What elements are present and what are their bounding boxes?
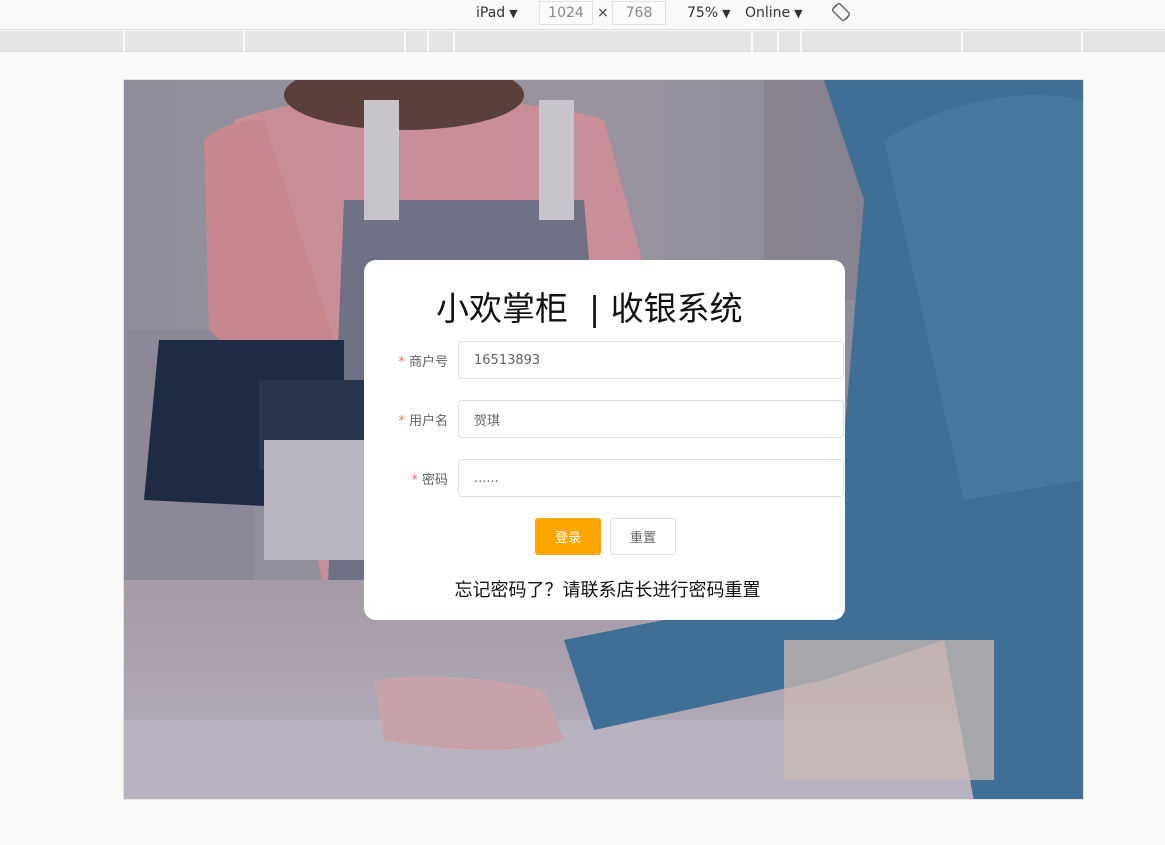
media-query-segment[interactable] — [777, 31, 779, 52]
merchant-id-label: * 商户号 — [398, 351, 448, 370]
width-input[interactable]: 1024 — [539, 1, 593, 25]
media-query-segment[interactable] — [427, 31, 429, 52]
required-mark: * — [398, 355, 405, 370]
media-query-segment[interactable] — [1081, 31, 1083, 52]
chevron-down-icon: ▼ — [509, 7, 518, 20]
device-select[interactable]: iPad ▼ — [476, 4, 518, 22]
password-label: * 密码 — [411, 469, 448, 488]
required-mark: * — [411, 473, 418, 488]
throttle-label: Online — [745, 5, 791, 21]
merchant-id-label-text: 商户号 — [408, 355, 448, 370]
height-input[interactable]: 768 — [612, 1, 666, 25]
reset-button[interactable]: 重置 — [610, 518, 676, 555]
username-row: * 用户名 — [364, 400, 845, 438]
username-label: * 用户名 — [398, 410, 448, 429]
forgot-password-text: 忘记密码了？请联系店长进行密码重置 — [454, 580, 761, 601]
zoom-label: 75% — [687, 5, 719, 21]
media-query-segment[interactable] — [404, 31, 406, 52]
username-label-text: 用户名 — [408, 414, 448, 429]
media-query-segment[interactable] — [961, 31, 963, 52]
password-row: * 密码 — [364, 459, 845, 497]
device-viewport: 小欢掌柜 | 收银系统 *商户号 *用户名 *密码 登录 重置 忘记密码了？请联… — [123, 79, 1084, 800]
login-card: 小欢掌柜 | 收银系统 *商户号 *用户名 *密码 登录 重置 忘记密码了？请联… — [364, 260, 845, 620]
required-mark: * — [398, 414, 405, 429]
media-query-segment[interactable] — [800, 31, 802, 52]
zoom-select[interactable]: 75% ▼ — [687, 4, 731, 22]
username-input[interactable] — [458, 400, 844, 438]
times-icon: × — [597, 5, 609, 21]
throttle-select[interactable]: Online ▼ — [745, 4, 803, 22]
chevron-down-icon: ▼ — [794, 7, 803, 20]
media-query-segment[interactable] — [243, 31, 245, 52]
password-input[interactable] — [458, 459, 844, 497]
login-button[interactable]: 登录 — [535, 518, 601, 555]
page-title: 小欢掌柜 | 收银系统 — [436, 289, 743, 328]
merchant-id-row: * 商户号 — [364, 341, 845, 379]
device-toolbar: iPad ▼ 1024 × 768 75% ▼ Online ▼ — [0, 0, 1165, 30]
device-label: iPad — [476, 5, 506, 21]
media-query-segment[interactable] — [751, 31, 753, 52]
password-label-text: 密码 — [421, 473, 448, 488]
media-query-segment[interactable] — [453, 31, 455, 52]
merchant-id-input[interactable] — [458, 341, 844, 379]
media-query-bar — [0, 31, 1165, 52]
chevron-down-icon: ▼ — [722, 7, 731, 20]
rotate-icon[interactable] — [830, 1, 852, 23]
media-query-segment[interactable] — [123, 31, 125, 52]
